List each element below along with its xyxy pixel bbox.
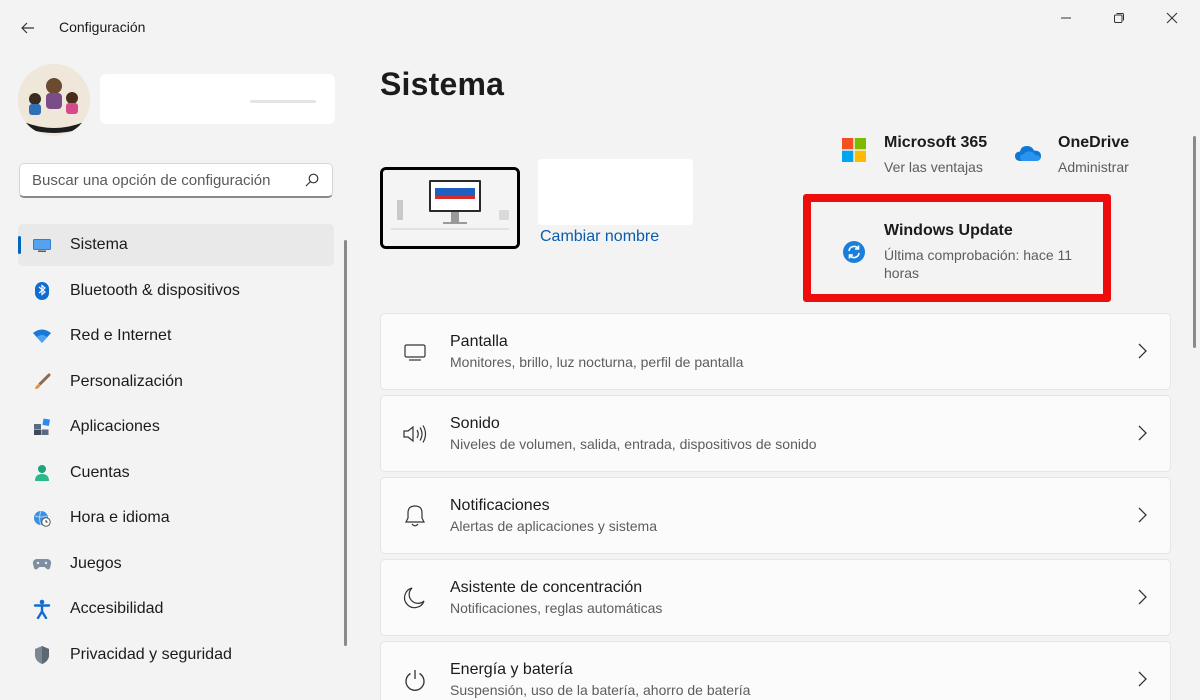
card-sonido[interactable]: Sonido Niveles de volumen, salida, entra… bbox=[380, 395, 1171, 472]
sidebar-item-sistema[interactable]: Sistema bbox=[18, 224, 334, 266]
card-subtitle: Alertas de aplicaciones y sistema bbox=[450, 518, 657, 534]
sidebar-item-aplicaciones[interactable]: Aplicaciones bbox=[18, 406, 334, 448]
title-bar: Configuración bbox=[0, 0, 1200, 56]
card-subtitle: Monitores, brillo, luz nocturna, perfil … bbox=[450, 354, 744, 370]
refresh-icon bbox=[840, 240, 868, 282]
microsoft-logo-icon bbox=[840, 138, 868, 176]
sidebar-item-label: Cuentas bbox=[70, 463, 130, 481]
sidebar-item-label: Hora e idioma bbox=[70, 509, 170, 526]
sidebar-item-bluetooth[interactable]: Bluetooth & dispositivos bbox=[18, 270, 334, 312]
onedrive-title: OneDrive bbox=[1058, 134, 1130, 151]
sidebar-item-privacidad[interactable]: Privacidad y seguridad bbox=[18, 634, 334, 676]
sidebar-item-label: Bluetooth & dispositivos bbox=[70, 281, 240, 299]
shield-icon bbox=[32, 645, 52, 665]
update-title: Windows Update bbox=[884, 222, 1013, 239]
minimize-button[interactable] bbox=[1044, 4, 1088, 32]
chevron-right-icon bbox=[1138, 507, 1147, 523]
device-thumbnail bbox=[380, 167, 520, 249]
avatar[interactable] bbox=[18, 64, 90, 136]
brush-icon bbox=[32, 372, 52, 392]
card-subtitle: Suspensión, uso de la batería, ahorro de… bbox=[450, 682, 751, 698]
sidebar-item-label: Accesibilidad bbox=[70, 600, 164, 617]
sidebar-item-label: Juegos bbox=[70, 554, 122, 572]
m365-subtitle: Ver las ventajas bbox=[884, 159, 983, 175]
card-subtitle: Niveles de volumen, salida, entrada, dis… bbox=[450, 436, 817, 452]
m365-title: Microsoft 365 bbox=[884, 134, 988, 151]
page-title: Sistema bbox=[380, 66, 505, 102]
card-notificaciones[interactable]: Notificaciones Alertas de aplicaciones y… bbox=[380, 477, 1171, 554]
microsoft-365-tile[interactable]: Microsoft 365 Ver las ventajas bbox=[840, 134, 987, 176]
card-title: Notificaciones bbox=[450, 497, 550, 514]
speaker-icon bbox=[401, 420, 429, 448]
card-asistente-concentracion[interactable]: Asistente de concentración Notificacione… bbox=[380, 559, 1171, 636]
onedrive-subtitle: Administrar bbox=[1058, 159, 1129, 175]
user-account-card[interactable] bbox=[100, 74, 335, 124]
moon-icon bbox=[401, 584, 429, 612]
chevron-right-icon bbox=[1138, 589, 1147, 605]
settings-card-list: Pantalla Monitores, brillo, luz nocturna… bbox=[380, 313, 1171, 700]
update-subtitle: Última comprobación: hace 11 horas bbox=[884, 247, 1073, 281]
chevron-right-icon bbox=[1138, 343, 1147, 359]
gamepad-icon bbox=[32, 554, 52, 574]
sidebar-item-juegos[interactable]: Juegos bbox=[18, 543, 334, 585]
bluetooth-icon bbox=[32, 281, 52, 301]
sidebar-item-hora[interactable]: Hora e idioma bbox=[18, 497, 334, 539]
card-energia-bateria[interactable]: Energía y batería Suspensión, uso de la … bbox=[380, 641, 1171, 700]
close-icon bbox=[1166, 12, 1178, 24]
sidebar-item-label: Red e Internet bbox=[70, 327, 172, 344]
card-title: Asistente de concentración bbox=[450, 579, 643, 596]
card-title: Energía y batería bbox=[450, 661, 573, 678]
arrow-left-icon bbox=[21, 22, 34, 34]
card-title: Pantalla bbox=[450, 333, 508, 350]
sidebar-nav: Sistema Bluetooth & dispositivos Red e I… bbox=[18, 224, 334, 679]
accessibility-icon bbox=[32, 599, 52, 619]
apps-icon bbox=[32, 417, 52, 437]
rename-device-link[interactable]: Cambiar nombre bbox=[540, 228, 659, 246]
search-icon[interactable] bbox=[304, 172, 320, 188]
search-input[interactable] bbox=[32, 171, 302, 189]
cloud-icon bbox=[1014, 144, 1042, 176]
sidebar-item-red[interactable]: Red e Internet bbox=[18, 315, 334, 357]
sidebar-item-label: Personalización bbox=[70, 372, 183, 390]
user-email-placeholder bbox=[250, 100, 316, 103]
close-button[interactable] bbox=[1150, 4, 1194, 32]
power-icon bbox=[401, 666, 429, 694]
sidebar-item-accesibilidad[interactable]: Accesibilidad bbox=[18, 588, 334, 630]
onedrive-tile[interactable]: OneDrive Administrar bbox=[1014, 134, 1129, 176]
sidebar-item-personalizacion[interactable]: Personalización bbox=[18, 361, 334, 403]
card-title: Sonido bbox=[450, 415, 500, 432]
app-title: Configuración bbox=[59, 19, 146, 35]
minimize-icon bbox=[1061, 17, 1071, 19]
main-scrollbar[interactable] bbox=[1193, 136, 1196, 348]
display-icon bbox=[401, 338, 429, 366]
device-name-box bbox=[538, 159, 693, 225]
sidebar-item-label: Aplicaciones bbox=[70, 418, 160, 435]
person-icon bbox=[32, 463, 52, 483]
sidebar-scrollbar[interactable] bbox=[344, 240, 347, 646]
back-button[interactable] bbox=[14, 14, 42, 42]
chevron-right-icon bbox=[1138, 425, 1147, 441]
search-box[interactable] bbox=[19, 163, 333, 198]
card-subtitle: Notificaciones, reglas automáticas bbox=[450, 600, 663, 616]
restore-icon bbox=[1114, 13, 1124, 23]
sidebar-item-label: Privacidad y seguridad bbox=[70, 645, 232, 663]
wifi-icon bbox=[32, 326, 52, 346]
sidebar-item-cuentas[interactable]: Cuentas bbox=[18, 452, 334, 494]
card-pantalla[interactable]: Pantalla Monitores, brillo, luz nocturna… bbox=[380, 313, 1171, 390]
bell-icon bbox=[401, 502, 429, 530]
chevron-right-icon bbox=[1138, 671, 1147, 687]
windows-update-tile[interactable]: Windows Update Última comprobación: hace… bbox=[840, 222, 1090, 282]
sidebar-item-label: Sistema bbox=[70, 236, 128, 253]
globe-clock-icon bbox=[32, 508, 52, 528]
restore-button[interactable] bbox=[1097, 4, 1141, 32]
monitor-icon bbox=[32, 235, 52, 255]
